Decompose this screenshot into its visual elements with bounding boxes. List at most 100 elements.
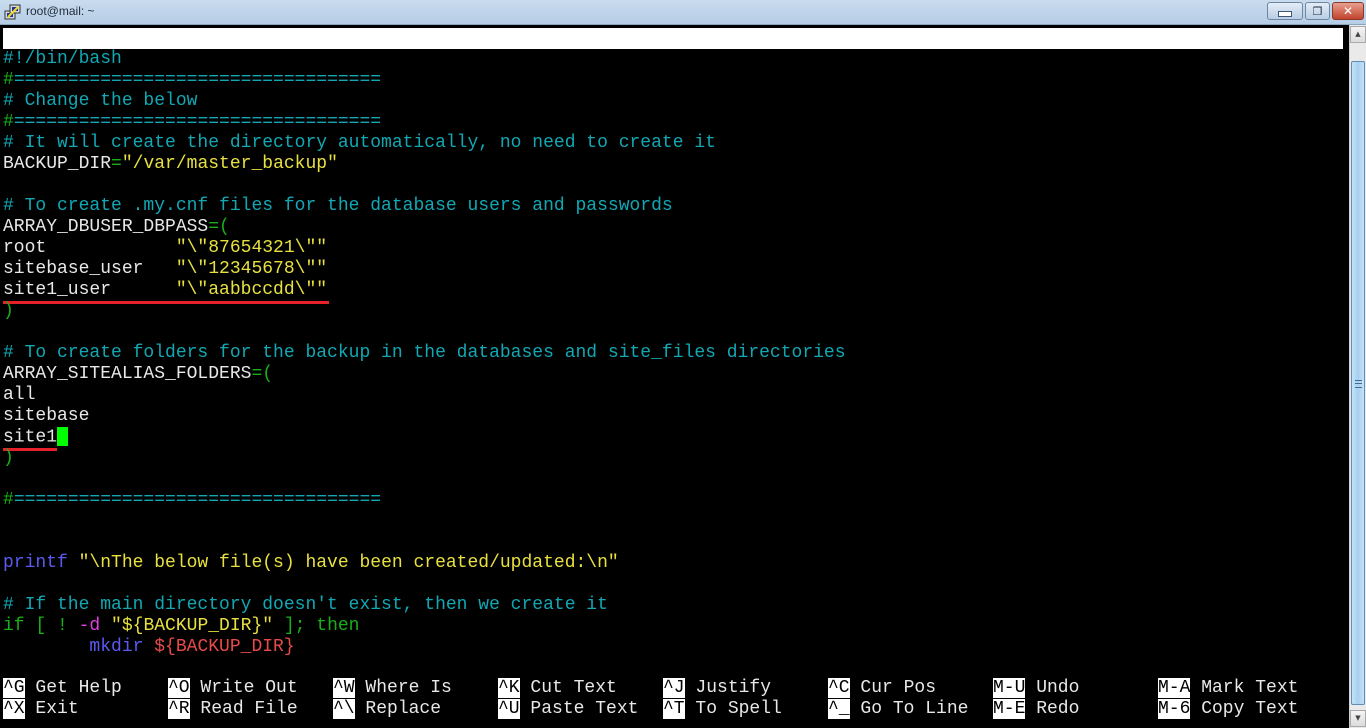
folder-alias: site1 — [3, 427, 58, 448]
putty-icon — [4, 4, 21, 20]
shortcut-label: Exit — [24, 699, 79, 719]
db-user: sitebase_user — [3, 259, 176, 279]
shortcut-key: ^C — [828, 678, 850, 698]
code-line: # It will create the directory automatic… — [3, 133, 1343, 154]
shortcut-item[interactable]: ^C Cur Pos — [828, 678, 936, 699]
minimize-button[interactable] — [1267, 2, 1303, 20]
scroll-up-button[interactable]: ▲ — [1350, 26, 1366, 43]
vertical-scrollbar[interactable]: ▲ ▼ — [1349, 25, 1366, 728]
separator-line: ================================== — [13, 490, 382, 510]
code-line: site1 — [3, 427, 1343, 451]
minimize-icon — [1278, 11, 1292, 17]
shortcut-item[interactable]: M-6 Copy Text — [1158, 699, 1298, 720]
shortcut-item[interactable]: ^\ Replace — [333, 699, 441, 720]
editor-content[interactable]: #!/bin/bash #===========================… — [3, 49, 1343, 658]
db-user: site1_user — [3, 280, 176, 300]
code-line: # Change the below — [3, 91, 1343, 112]
separator-hash: # — [3, 490, 14, 510]
comment: # If the main directory doesn't exist, t… — [3, 595, 608, 615]
comment: # It will create the directory automatic… — [3, 133, 716, 153]
code-line: root "\"87654321\"" — [3, 238, 1343, 259]
nano-header: GNU nano 4.8 /var/automatic_backup_envir… — [3, 28, 1343, 111]
scroll-down-button[interactable]: ▼ — [1350, 710, 1366, 727]
shortcut-item[interactable]: ^R Read File — [168, 699, 298, 720]
terminal-area[interactable]: GNU nano 4.8 /var/automatic_backup_envir… — [0, 25, 1346, 728]
code-line: sitebase_user "\"12345678\"" — [3, 259, 1343, 280]
string-value: "\nThe below file(s) have been created/u… — [67, 553, 619, 573]
shortcut-item[interactable]: M-U Undo — [993, 678, 1079, 699]
shortcut-item[interactable]: ^X Exit — [3, 699, 79, 720]
shortcut-label: Cur Pos — [849, 678, 937, 698]
folder-alias: all — [3, 385, 36, 405]
shortcut-item[interactable]: ^J Justify — [663, 678, 771, 699]
shortcut-item[interactable]: ^_ Go To Line — [828, 699, 968, 720]
db-password: "\"12345678\"" — [175, 259, 328, 279]
separator-line: ================================== — [13, 70, 382, 90]
comment: # To create folders for the backup in th… — [3, 343, 846, 363]
window-titlebar: root@mail: ~ ❐ ✕ — [0, 0, 1366, 25]
code-line: ) — [3, 301, 1343, 322]
scroll-thumb[interactable] — [1351, 61, 1365, 705]
folder-alias: sitebase — [3, 406, 90, 426]
code-line: #!/bin/bash — [3, 49, 1343, 70]
code-line: ARRAY_DBUSER_DBPASS=( — [3, 217, 1343, 238]
shortcut-label: Copy Text — [1190, 699, 1299, 719]
db-password: "\"aabbccdd\"" — [175, 280, 328, 300]
shortcut-key: ^K — [498, 678, 520, 698]
operator: =( — [251, 364, 274, 384]
shortcut-label: Write Out — [189, 678, 298, 698]
shortcut-item[interactable]: ^G Get Help — [3, 678, 122, 699]
shortcut-item[interactable]: ^T To Spell — [663, 699, 782, 720]
variable-name: BACKUP_DIR — [3, 154, 112, 174]
restore-button[interactable]: ❐ — [1305, 2, 1330, 20]
string-value: "/var/master_backup" — [121, 154, 338, 174]
command: printf — [3, 553, 68, 573]
code-line: # To create .my.cnf files for the databa… — [3, 196, 1343, 217]
shortcut-label: Go To Line — [849, 699, 969, 719]
shortcut-item[interactable]: ^K Cut Text — [498, 678, 617, 699]
shortcut-item[interactable]: ^U Paste Text — [498, 699, 638, 720]
code-line: ) — [3, 448, 1343, 469]
shortcut-label: Cut Text — [519, 678, 617, 698]
db-user: root — [3, 238, 176, 258]
shortcut-label: To Spell — [684, 699, 782, 719]
code-line: all — [3, 385, 1343, 406]
shortcut-item[interactable]: ^O Write Out — [168, 678, 298, 699]
test-flag: -d — [78, 616, 101, 636]
db-password: "\"87654321\"" — [175, 238, 328, 258]
shebang: #!/bin/bash — [3, 49, 122, 69]
shortcut-key: M-E — [993, 699, 1026, 719]
close-icon: ✕ — [1342, 4, 1354, 18]
shortcut-key: M-A — [1158, 678, 1191, 698]
shortcut-label: Paste Text — [519, 699, 639, 719]
shortcut-item[interactable]: M-E Redo — [993, 699, 1079, 720]
close-button[interactable]: ✕ — [1332, 2, 1364, 20]
shortcut-label: Where Is — [354, 678, 452, 698]
shortcut-key: M-U — [993, 678, 1026, 698]
restore-icon: ❐ — [1312, 4, 1323, 18]
close-paren: ) — [3, 301, 14, 321]
text-cursor — [57, 427, 69, 446]
shortcut-label: Justify — [684, 678, 772, 698]
shortcut-item[interactable]: M-A Mark Text — [1158, 678, 1298, 699]
code-line: if [ ! -d "${BACKUP_DIR}" ]; then — [3, 616, 1343, 637]
code-line: sitebase — [3, 406, 1343, 427]
keyword: if [ ! — [3, 616, 79, 636]
shortcut-item[interactable]: ^W Where Is — [333, 678, 452, 699]
shortcut-key: ^\ — [333, 699, 355, 719]
grip-icon — [1355, 380, 1362, 388]
shortcut-key: ^X — [3, 699, 25, 719]
arrow-down-icon: ▼ — [1355, 714, 1361, 722]
code-line: site1_user "\"aabbccdd\"" — [3, 280, 1343, 304]
shortcut-key: ^U — [498, 699, 520, 719]
comment: # To create .my.cnf files for the databa… — [3, 196, 673, 216]
shortcut-key: M-6 — [1158, 699, 1191, 719]
shortcut-key: ^_ — [828, 699, 850, 719]
code-line: #================================== — [3, 70, 1343, 91]
string-value: "${BACKUP_DIR}" — [100, 616, 274, 636]
